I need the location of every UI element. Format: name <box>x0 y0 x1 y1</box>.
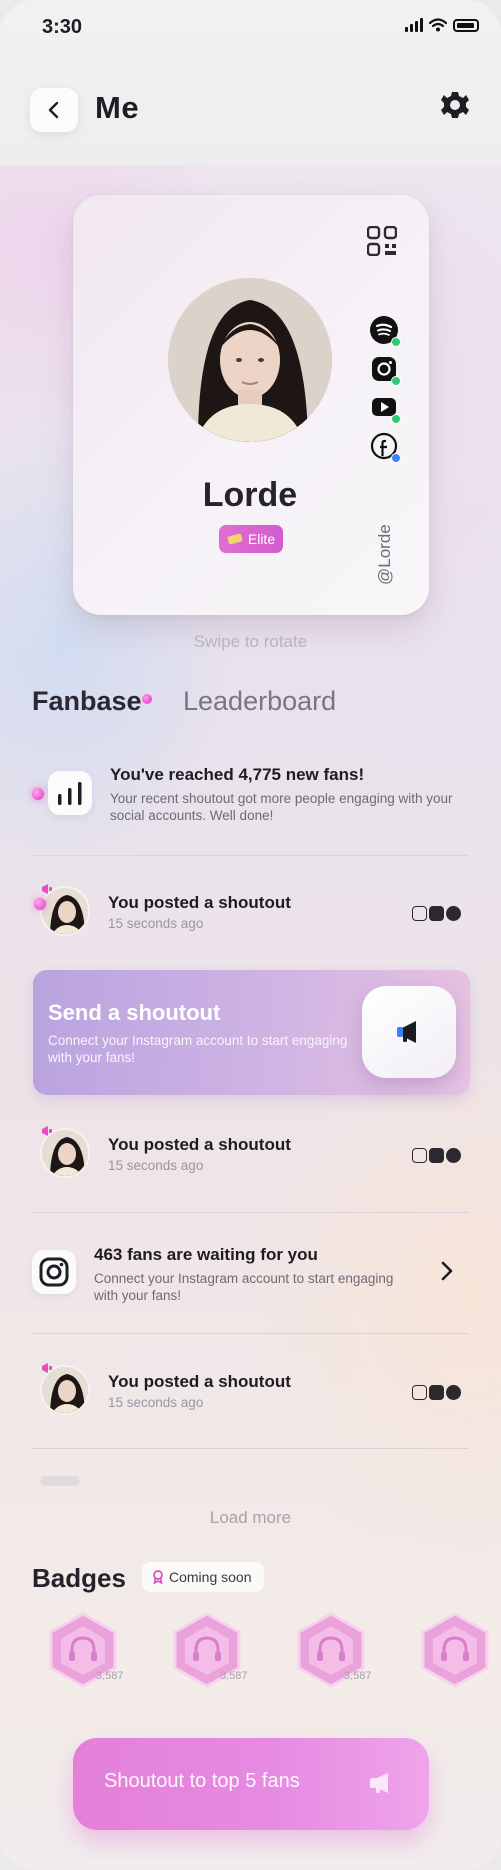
instagram-icon <box>412 906 427 921</box>
megaphone-icon <box>370 1773 388 1793</box>
gear-icon[interactable] <box>440 90 470 120</box>
post-platforms <box>412 1148 461 1163</box>
status-time: 3:30 <box>42 16 83 38</box>
fans-reached-title: You've reached 4,775 new fans! <box>110 765 365 784</box>
bar-chart-icon <box>58 782 82 805</box>
megaphone-icon <box>397 1021 416 1043</box>
divider <box>32 1448 469 1449</box>
youtube-icon <box>429 906 444 921</box>
instagram-icon <box>412 1148 427 1163</box>
instagram-icon <box>39 1257 69 1287</box>
fans-waiting-subtitle: Connect your Instagram account to start … <box>94 1271 394 1303</box>
fans-waiting-title: 463 fans are waiting for you <box>94 1245 318 1264</box>
status-icons <box>405 18 479 32</box>
send-shoutout-subtitle: Connect your Instagram account to start … <box>48 1033 348 1065</box>
app-screen: 3:30 Me Lorde Elite @Lorde Swipe to rota… <box>0 0 501 1870</box>
cellular-signal-icon <box>405 18 423 32</box>
back-button[interactable] <box>30 88 78 132</box>
pending-icon <box>391 453 401 463</box>
spotify-icon[interactable] <box>370 316 401 347</box>
badges-title: Badges <box>32 1563 126 1593</box>
artist-handle: @Lorde <box>375 524 394 585</box>
artist-name: Lorde <box>202 476 298 514</box>
ribbon-icon <box>153 1570 163 1584</box>
tab-fanbase[interactable]: Fanbase <box>32 686 142 717</box>
qr-code-icon[interactable] <box>367 226 397 256</box>
post-platforms <box>412 1385 461 1400</box>
page-title: Me <box>95 90 140 125</box>
divider <box>32 1333 469 1334</box>
coming-soon-tag: Coming soon <box>142 1562 264 1592</box>
unread-dot <box>32 788 44 800</box>
post-platforms <box>412 906 461 921</box>
facebook-icon[interactable] <box>370 432 401 463</box>
headphones-badge-icon[interactable] <box>420 1612 490 1688</box>
post-title: You posted a shoutout <box>108 1135 291 1154</box>
post-time: 15 seconds ago <box>108 1158 204 1173</box>
divider <box>32 855 469 856</box>
post-title: You posted a shoutout <box>108 1372 291 1391</box>
tier-badge-label: Elite <box>247 531 276 547</box>
instagram-icon <box>412 1385 427 1400</box>
megaphone-icon <box>42 1126 52 1136</box>
connected-check-icon <box>391 414 401 424</box>
facebook-icon <box>446 1385 461 1400</box>
post-time: 15 seconds ago <box>108 1395 204 1410</box>
load-more-button[interactable]: Load more <box>0 1508 501 1528</box>
send-shoutout-title: Send a shoutout <box>48 1000 221 1025</box>
chevron-right-icon[interactable] <box>440 1260 454 1282</box>
post-time: 15 seconds ago <box>108 916 204 931</box>
youtube-icon[interactable] <box>370 393 401 424</box>
megaphone-icon <box>42 1363 52 1373</box>
ticket-icon <box>227 533 243 545</box>
connected-check-icon <box>391 337 401 347</box>
chevron-left-icon <box>48 101 59 119</box>
facebook-icon <box>446 906 461 921</box>
connected-check-icon <box>391 376 401 386</box>
shoutout-top-fans-label: Shoutout to top 5 fans <box>104 1770 300 1792</box>
stats-icon-box <box>48 771 92 815</box>
swipe-hint: Swipe to rotate <box>193 632 308 651</box>
instagram-icon-box <box>32 1250 76 1294</box>
facebook-icon <box>446 1148 461 1163</box>
coming-soon-label: Coming soon <box>169 1569 252 1585</box>
instagram-icon[interactable] <box>370 355 401 386</box>
wifi-icon <box>429 18 447 32</box>
battery-icon <box>453 18 479 32</box>
badge-count: 3,587 <box>344 1670 372 1682</box>
profile-avatar <box>168 278 332 442</box>
post-title: You posted a shoutout <box>108 893 291 912</box>
youtube-icon <box>429 1148 444 1163</box>
megaphone-icon <box>42 884 52 894</box>
fans-reached-subtitle: Your recent shoutout got more people eng… <box>110 791 453 823</box>
send-shoutout-button[interactable] <box>362 986 456 1078</box>
badge-count: 3,587 <box>220 1670 248 1682</box>
tab-leaderboard[interactable]: Leaderboard <box>183 686 336 717</box>
youtube-icon <box>429 1385 444 1400</box>
active-tab-indicator <box>142 694 152 704</box>
divider <box>32 1212 469 1213</box>
unread-dot <box>34 898 46 910</box>
tier-badge: Elite <box>219 525 283 553</box>
faded-list-item <box>40 1476 80 1486</box>
badge-count: 3,587 <box>96 1670 124 1682</box>
